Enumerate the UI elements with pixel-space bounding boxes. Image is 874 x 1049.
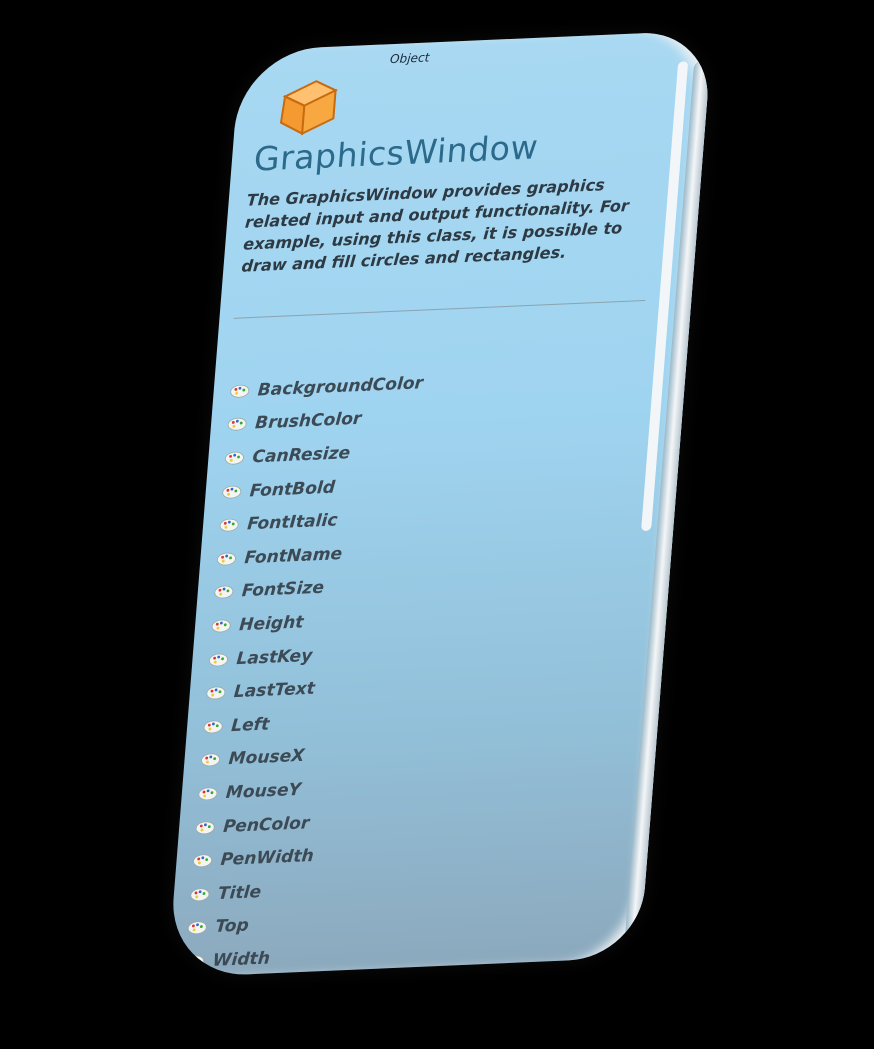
property-label: BrushColor bbox=[254, 409, 363, 434]
palette-icon bbox=[190, 888, 210, 901]
palette-icon bbox=[201, 753, 220, 767]
palette-icon bbox=[195, 820, 215, 834]
palette-icon bbox=[209, 653, 228, 666]
property-label: Height bbox=[238, 612, 305, 636]
property-label: CanResize bbox=[251, 443, 351, 468]
property-label: Left bbox=[230, 714, 271, 736]
property-label: FontName bbox=[243, 543, 343, 569]
orange-cube-icon bbox=[279, 80, 338, 136]
property-label: FontItalic bbox=[246, 510, 339, 535]
property-label: LastKey bbox=[235, 645, 314, 669]
property-label: PenWidth bbox=[219, 846, 315, 871]
property-label: BackgroundColor bbox=[257, 373, 424, 401]
help-panel: Object GraphicsWindow The GraphicsWindow… bbox=[167, 30, 713, 978]
property-label: LastText bbox=[233, 678, 316, 703]
property-label: FontBold bbox=[249, 477, 336, 501]
breadcrumb[interactable]: Object bbox=[390, 50, 430, 66]
palette-icon bbox=[211, 619, 231, 633]
palette-icon bbox=[219, 518, 239, 532]
palette-icon bbox=[193, 854, 213, 868]
property-label: MouseY bbox=[225, 779, 302, 803]
palette-icon bbox=[224, 451, 244, 465]
palette-icon bbox=[187, 921, 207, 935]
palette-icon bbox=[203, 720, 223, 734]
description: The GraphicsWindow provides graphics rel… bbox=[240, 175, 630, 276]
property-label: FontSize bbox=[241, 578, 325, 602]
palette-icon bbox=[222, 485, 242, 499]
divider bbox=[233, 299, 646, 319]
palette-icon bbox=[198, 787, 218, 801]
property-label: Top bbox=[214, 915, 250, 938]
property-label: PenColor bbox=[222, 812, 311, 837]
palette-icon bbox=[227, 418, 247, 431]
palette-icon bbox=[214, 585, 234, 599]
property-label: Width bbox=[211, 948, 271, 971]
palette-icon bbox=[217, 552, 236, 566]
property-list: BackgroundColor BrushColor CanResize FontBo… bbox=[183, 366, 424, 978]
palette-icon bbox=[185, 955, 205, 968]
palette-icon bbox=[230, 384, 250, 398]
property-label: MouseX bbox=[227, 746, 306, 770]
property-label: Title bbox=[217, 881, 262, 904]
palette-icon bbox=[206, 686, 226, 700]
